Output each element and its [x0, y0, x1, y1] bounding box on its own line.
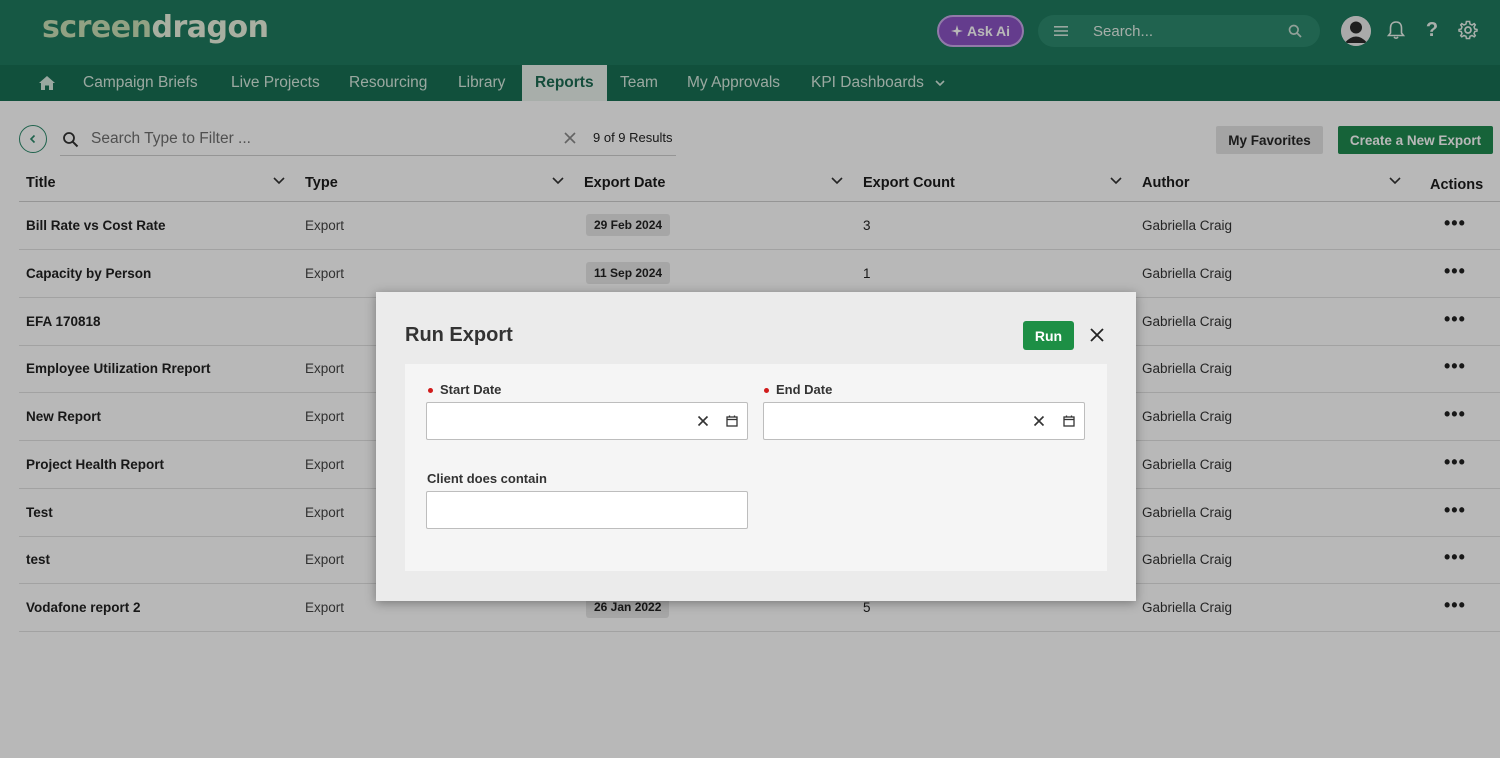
start-date-label: Start Date [440, 382, 502, 397]
clear-start-date-icon[interactable] [696, 414, 710, 428]
clear-end-date-icon[interactable] [1032, 414, 1046, 428]
run-export-dialog: Run Export Run Start Date End Date Clien… [376, 292, 1136, 601]
required-indicator [428, 388, 433, 393]
close-icon[interactable] [1088, 326, 1106, 344]
client-field[interactable] [426, 491, 748, 529]
dialog-title: Run Export [405, 324, 513, 346]
required-indicator [764, 388, 769, 393]
end-date-label: End Date [776, 382, 833, 397]
start-date-field[interactable] [426, 402, 748, 440]
end-date-field[interactable] [763, 402, 1085, 440]
client-label: Client does contain [427, 471, 547, 486]
run-button[interactable]: Run [1023, 321, 1074, 350]
calendar-icon[interactable] [1062, 414, 1076, 428]
dialog-body: Start Date End Date Client does contain [405, 364, 1107, 571]
calendar-icon[interactable] [725, 414, 739, 428]
